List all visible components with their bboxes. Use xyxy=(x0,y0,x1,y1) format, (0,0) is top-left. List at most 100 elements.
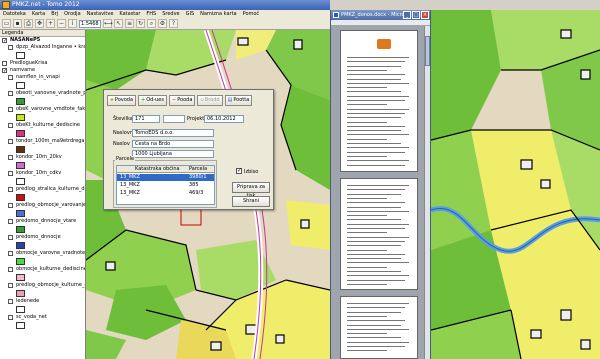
menu-item[interactable]: Karta xyxy=(32,10,45,18)
legend-item[interactable]: dpzp_Alvazod Inganne • kradnik xyxy=(0,44,85,51)
legend-item[interactable]: obeKt_kulturne_dediscine xyxy=(0,122,85,129)
layer-checkbox[interactable] xyxy=(8,315,13,320)
legend-item[interactable]: ✓ namvame xyxy=(0,67,85,74)
search-icon[interactable]: ⌕ xyxy=(147,19,156,28)
refresh-icon[interactable]: ↻ xyxy=(136,19,145,28)
folder-button[interactable]: ▰ Povoda xyxy=(107,95,137,106)
legend-item[interactable]: predomo_dnnocje_vtare xyxy=(0,218,85,225)
legend-item[interactable]: obeoti_vanovne_vradnote_pitovnve xyxy=(0,90,85,97)
parcele-grid[interactable]: Katastrska občina Parcela 13_MKZ 3980/1 … xyxy=(116,165,215,205)
legend-item[interactable]: ledenede xyxy=(0,298,85,305)
naslovnik-input[interactable]: TomoEDS d.o.o. xyxy=(132,129,214,137)
menu-item[interactable]: Katastar xyxy=(119,10,140,18)
legend-item[interactable]: predomo_dnnocje xyxy=(0,234,85,241)
stevilka-input[interactable]: 171 xyxy=(132,115,160,123)
add-button[interactable]: + Od-ues xyxy=(138,95,167,106)
menu-item[interactable]: Sredve xyxy=(162,10,179,18)
doc-page[interactable] xyxy=(340,178,418,290)
settings-icon[interactable]: ⚙ xyxy=(158,19,167,28)
menu-item[interactable]: Nastavitve xyxy=(87,10,114,18)
doc-text-line xyxy=(347,232,387,234)
document-button[interactable]: ▤ Pootta xyxy=(224,95,253,106)
print-prep-button[interactable]: Priprava za tisk xyxy=(232,182,270,199)
help-icon[interactable]: ? xyxy=(169,19,178,28)
delete-button[interactable]: ▫ Brodd xyxy=(197,95,223,106)
word-scrollbar[interactable] xyxy=(424,26,430,359)
menu-item[interactable]: Pomoč xyxy=(243,10,260,18)
layer-checkbox[interactable] xyxy=(8,203,13,208)
menu-item[interactable]: GIS xyxy=(186,10,195,18)
layer-checkbox[interactable] xyxy=(8,219,13,224)
layer-checkbox[interactable] xyxy=(8,123,13,128)
menu-item[interactable]: Brj xyxy=(51,10,58,18)
legend-item[interactable]: predlog_obmocje_kulturne_dediscine xyxy=(0,282,85,289)
open-icon[interactable]: ▭ xyxy=(2,19,11,28)
legend-item[interactable]: obmocje_kulturne_dediscine xyxy=(0,266,85,273)
doc-text-line xyxy=(347,185,409,186)
layer-checkbox[interactable] xyxy=(8,107,13,112)
posta-input[interactable]: 1000 Ljubljana xyxy=(132,150,214,158)
scroll-thumb[interactable] xyxy=(425,36,430,66)
layer-checkbox[interactable] xyxy=(8,91,13,96)
legend-item[interactable]: obeK_varovne_vmdtote_fakalnop xyxy=(0,106,85,113)
legend-item[interactable]: tondor_100m_ma9etrdrega_pnovv xyxy=(0,138,85,145)
layer-checkbox[interactable] xyxy=(2,61,7,66)
pan-icon[interactable]: ✥ xyxy=(35,19,44,28)
layer-checkbox[interactable]: ✓ xyxy=(2,38,7,44)
layer-checkbox[interactable] xyxy=(8,267,13,272)
layer-checkbox[interactable] xyxy=(8,171,13,176)
projekt-input[interactable]: 06.10.2012 xyxy=(204,115,244,123)
menu-item[interactable]: Datoteka xyxy=(3,10,26,18)
select-icon[interactable]: ↖ xyxy=(114,19,123,28)
layer-checkbox[interactable] xyxy=(8,139,13,144)
layer-checkbox[interactable] xyxy=(8,75,13,80)
legend-item[interactable]: sc_voda_net xyxy=(0,314,85,321)
legend-item[interactable]: kondor_10m_cdkv xyxy=(0,170,85,177)
table-row[interactable]: 13_MKZ 3980/1 xyxy=(117,174,214,181)
izbiso-checkbox[interactable]: ✓ xyxy=(236,168,242,174)
layer-checkbox[interactable] xyxy=(8,299,13,304)
maximize-icon[interactable]: □ xyxy=(412,11,420,19)
layer-icon[interactable]: ≡ xyxy=(125,19,134,28)
print-icon[interactable]: ⎙ xyxy=(24,19,33,28)
legend-item[interactable]: namflen_in_vnapi xyxy=(0,74,85,81)
legend-item[interactable]: predlog_stralica_kulturne_dediscine xyxy=(0,186,85,193)
measure-icon[interactable]: ⟷ xyxy=(103,19,113,28)
menu-item[interactable]: FHS xyxy=(146,10,156,18)
scale-input[interactable]: 1:5468 xyxy=(79,19,101,28)
doc-text-line xyxy=(347,100,405,101)
doc-page[interactable] xyxy=(340,296,418,359)
save-button[interactable]: Shrani xyxy=(232,196,270,207)
menu-item[interactable]: Orodja xyxy=(64,10,81,18)
zoom-out-icon[interactable]: − xyxy=(57,19,66,28)
minimize-icon[interactable]: _ xyxy=(403,11,411,19)
layer-checkbox[interactable] xyxy=(8,187,13,192)
legend-item[interactable]: obmocje_varovne_vradnote xyxy=(0,250,85,257)
menu-item[interactable]: Namizna karta xyxy=(200,10,236,18)
legend-item[interactable]: ✓ NASANeP5 xyxy=(0,37,85,44)
table-row[interactable]: 13_MKZ 385 xyxy=(117,182,214,189)
legend-item[interactable]: kondor_10m_20kv xyxy=(0,154,85,161)
save-icon[interactable]: ▪ xyxy=(13,19,22,28)
layer-checkbox[interactable] xyxy=(8,251,13,256)
legend-item[interactable]: predlog_obmocje_varovanje_vrede xyxy=(0,202,85,209)
zoom-in-icon[interactable]: + xyxy=(46,19,55,28)
layer-checkbox[interactable] xyxy=(8,45,13,50)
naslov-input[interactable]: Cesta na Brdo xyxy=(132,140,214,148)
legend-label: PredlogueKrisa xyxy=(10,60,48,66)
doc-page[interactable] xyxy=(340,30,418,172)
layer-checkbox[interactable] xyxy=(8,155,13,160)
legend-swatch-row xyxy=(0,209,85,218)
layer-checkbox[interactable] xyxy=(8,235,13,240)
remove-button[interactable]: − Pooda xyxy=(168,95,196,106)
legend-item[interactable]: PredlogueKrisa xyxy=(0,60,85,67)
info-icon[interactable]: i xyxy=(68,19,77,28)
layer-checkbox[interactable]: ✓ xyxy=(2,68,7,74)
doc-text-line xyxy=(347,189,405,191)
stevilka-extra-input[interactable] xyxy=(163,115,185,123)
close-icon[interactable]: × xyxy=(421,11,429,19)
doc-text-line xyxy=(347,219,401,221)
map-canvas-right[interactable] xyxy=(431,10,600,359)
layer-checkbox[interactable] xyxy=(8,283,13,288)
table-row[interactable]: 13_MKZ 469/3 xyxy=(117,190,214,197)
